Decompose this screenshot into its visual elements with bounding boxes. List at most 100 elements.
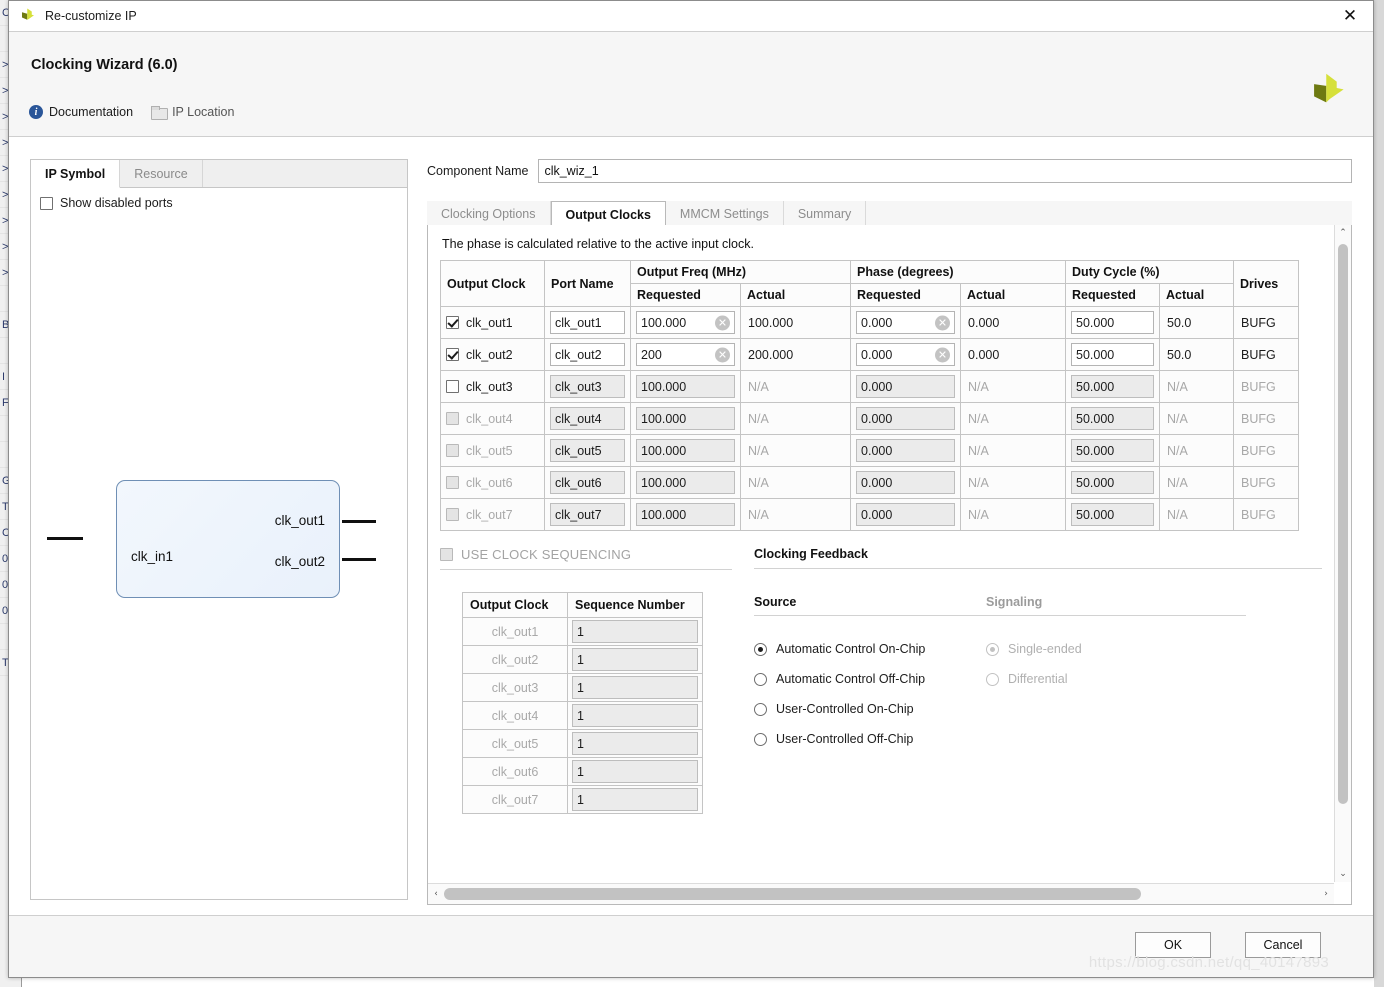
freq-requested-input[interactable]: 100.000 <box>636 471 735 494</box>
cell-port-name[interactable]: clk_out7 <box>544 498 631 531</box>
sequence-number-input[interactable]: 1 <box>572 788 698 811</box>
show-disabled-ports-checkbox[interactable] <box>40 196 53 210</box>
phase-requested-input[interactable]: 0.000 <box>856 375 956 398</box>
horizontal-scrollbar[interactable]: ‹ › <box>428 883 1334 904</box>
cell-output-clock[interactable]: clk_out1 <box>440 306 545 339</box>
cell-sequence-number[interactable]: 1 <box>567 645 703 674</box>
vertical-scrollbar-thumb[interactable] <box>1338 244 1348 804</box>
cell-freq-requested[interactable]: 100.000 <box>630 402 741 435</box>
freq-requested-input[interactable]: 100.000 <box>636 407 735 430</box>
cancel-button[interactable]: Cancel <box>1245 932 1321 958</box>
cell-sequence-number[interactable]: 1 <box>567 757 703 786</box>
cell-freq-requested[interactable]: 100.000 <box>630 498 741 531</box>
cell-freq-requested[interactable]: 200 ✕ <box>630 338 741 371</box>
output-clock-enable-checkbox[interactable] <box>446 444 459 457</box>
port-name-input[interactable]: clk_out6 <box>550 471 625 494</box>
cell-output-clock[interactable]: clk_out3 <box>440 370 545 403</box>
output-clock-enable-checkbox[interactable] <box>446 348 459 361</box>
cell-duty-requested[interactable]: 50.000 <box>1065 434 1161 467</box>
tab-summary[interactable]: Summary <box>784 201 867 227</box>
cell-port-name[interactable]: clk_out6 <box>544 466 631 499</box>
cell-sequence-number[interactable]: 1 <box>567 617 703 646</box>
source-option[interactable]: User-Controlled Off-Chip <box>754 724 986 754</box>
cell-duty-requested[interactable]: 50.000 <box>1065 402 1161 435</box>
horizontal-scrollbar-thumb[interactable] <box>444 887 1141 900</box>
cell-port-name[interactable]: clk_out2 <box>544 338 631 371</box>
cell-port-name[interactable]: clk_out1 <box>544 306 631 339</box>
cell-output-clock[interactable]: clk_out7 <box>440 498 545 531</box>
cell-duty-requested[interactable]: 50.000 <box>1065 370 1161 403</box>
tab-clocking-options[interactable]: Clocking Options <box>427 201 551 227</box>
port-name-input[interactable]: clk_out5 <box>550 439 625 462</box>
tab-output-clocks[interactable]: Output Clocks <box>550 201 666 228</box>
cell-freq-requested[interactable]: 100.000 <box>630 434 741 467</box>
phase-requested-input[interactable]: 0.000 <box>856 439 956 462</box>
horizontal-scrollbar-track[interactable] <box>444 884 1318 905</box>
sequence-number-input[interactable]: 1 <box>572 732 698 755</box>
cell-port-name[interactable]: clk_out3 <box>544 370 631 403</box>
duty-requested-input[interactable]: 50.000 <box>1071 311 1155 334</box>
use-clock-sequencing-row[interactable]: USE CLOCK SEQUENCING <box>440 547 732 562</box>
clear-icon[interactable]: ✕ <box>715 315 730 330</box>
cell-phase-requested[interactable]: 0.000 <box>850 466 962 499</box>
source-radio[interactable] <box>754 732 767 746</box>
source-option[interactable]: User-Controlled On-Chip <box>754 694 986 724</box>
cell-freq-requested[interactable]: 100.000 ✕ <box>630 306 741 339</box>
phase-requested-input[interactable]: 0.000 ✕ <box>856 311 956 334</box>
documentation-link[interactable]: i Documentation <box>29 105 133 119</box>
duty-requested-input[interactable]: 50.000 <box>1071 503 1155 526</box>
output-clock-enable-checkbox[interactable] <box>446 476 459 489</box>
cell-sequence-number[interactable]: 1 <box>567 673 703 702</box>
vertical-scrollbar[interactable]: ⌃ ⌄ <box>1334 225 1351 882</box>
cell-output-clock[interactable]: clk_out2 <box>440 338 545 371</box>
cell-sequence-number[interactable]: 1 <box>567 701 703 730</box>
output-clock-enable-checkbox[interactable] <box>446 380 459 393</box>
phase-requested-input[interactable]: 0.000 <box>856 503 956 526</box>
clear-icon[interactable]: ✕ <box>935 347 951 362</box>
sequence-number-input[interactable]: 1 <box>572 648 698 671</box>
phase-requested-input[interactable]: 0.000 <box>856 471 956 494</box>
freq-requested-input[interactable]: 200 ✕ <box>636 343 735 366</box>
port-name-input[interactable]: clk_out2 <box>550 343 625 366</box>
component-name-input[interactable] <box>538 159 1352 183</box>
duty-requested-input[interactable]: 50.000 <box>1071 471 1155 494</box>
cell-output-clock[interactable]: clk_out6 <box>440 466 545 499</box>
cell-phase-requested[interactable]: 0.000 <box>850 402 962 435</box>
sequence-number-input[interactable]: 1 <box>572 704 698 727</box>
output-clock-enable-checkbox[interactable] <box>446 316 459 329</box>
cell-duty-requested[interactable]: 50.000 <box>1065 498 1161 531</box>
port-name-input[interactable]: clk_out1 <box>550 311 625 334</box>
tab-mmcm-settings[interactable]: MMCM Settings <box>666 201 784 227</box>
scroll-up-arrow-icon[interactable]: ⌃ <box>1335 225 1351 241</box>
cell-phase-requested[interactable]: 0.000 <box>850 434 962 467</box>
scroll-right-arrow-icon[interactable]: › <box>1318 889 1334 899</box>
output-clock-enable-checkbox[interactable] <box>446 412 459 425</box>
tab-resource[interactable]: Resource <box>120 160 203 187</box>
cell-phase-requested[interactable]: 0.000 ✕ <box>850 338 962 371</box>
cell-phase-requested[interactable]: 0.000 ✕ <box>850 306 962 339</box>
cell-freq-requested[interactable]: 100.000 <box>630 466 741 499</box>
cell-duty-requested[interactable]: 50.000 <box>1065 306 1161 339</box>
cell-sequence-number[interactable]: 1 <box>567 729 703 758</box>
cell-output-clock[interactable]: clk_out5 <box>440 434 545 467</box>
clear-icon[interactable]: ✕ <box>715 347 730 362</box>
cell-sequence-number[interactable]: 1 <box>567 785 703 814</box>
phase-requested-input[interactable]: 0.000 <box>856 407 956 430</box>
port-name-input[interactable]: clk_out7 <box>550 503 625 526</box>
port-name-input[interactable]: clk_out3 <box>550 375 625 398</box>
sequence-number-input[interactable]: 1 <box>572 676 698 699</box>
scroll-left-arrow-icon[interactable]: ‹ <box>428 889 444 899</box>
cell-freq-requested[interactable]: 100.000 <box>630 370 741 403</box>
cell-port-name[interactable]: clk_out5 <box>544 434 631 467</box>
source-radio[interactable] <box>754 642 767 656</box>
output-clock-enable-checkbox[interactable] <box>446 508 459 521</box>
use-clock-sequencing-checkbox[interactable] <box>440 548 453 561</box>
show-disabled-ports-row[interactable]: Show disabled ports <box>31 188 407 210</box>
duty-requested-input[interactable]: 50.000 <box>1071 375 1155 398</box>
cell-output-clock[interactable]: clk_out4 <box>440 402 545 435</box>
source-option[interactable]: Automatic Control On-Chip <box>754 634 986 664</box>
clear-icon[interactable]: ✕ <box>935 315 951 330</box>
source-option[interactable]: Automatic Control Off-Chip <box>754 664 986 694</box>
freq-requested-input[interactable]: 100.000 <box>636 375 735 398</box>
duty-requested-input[interactable]: 50.000 <box>1071 407 1155 430</box>
